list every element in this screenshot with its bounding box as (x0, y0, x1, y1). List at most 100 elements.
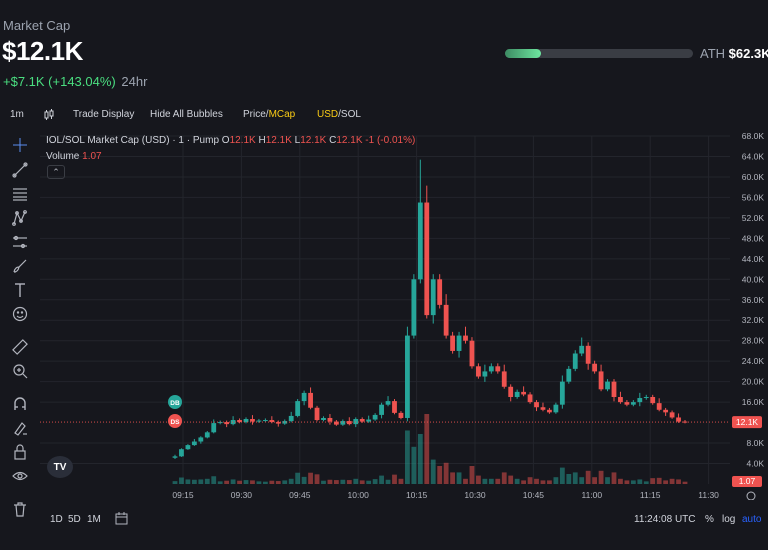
text-tool-icon[interactable] (10, 281, 30, 299)
candle (566, 368, 572, 382)
candle (630, 402, 636, 405)
calendar-icon[interactable] (115, 512, 128, 528)
high-value: 12.1K (265, 135, 292, 146)
volume-bar (443, 462, 449, 484)
candle (262, 420, 268, 422)
chart-toolbar: 1m Trade Display Hide All Bubbles Price/… (0, 103, 768, 125)
volume-bar (605, 477, 610, 484)
volume-bar (579, 477, 585, 484)
volume-bar (476, 475, 481, 484)
candle (411, 279, 417, 336)
candlestick-chart[interactable]: 68.0K 64.0K 60.0K 56.0K 52.0K 48.0K 44.0K 40.0K… (40, 128, 768, 500)
prediction-icon[interactable] (10, 233, 30, 251)
price-mcap-toggle[interactable]: Price/MCap (243, 109, 295, 120)
y-axis-tick-label: 40.0K (742, 274, 765, 284)
volume-bar (501, 472, 507, 484)
interval-button[interactable]: 1m (10, 109, 24, 120)
magnet-icon[interactable] (10, 395, 30, 413)
candle (230, 420, 236, 425)
volume-bar (508, 475, 514, 484)
y-axis-tick-label: 48.0K (742, 233, 765, 243)
candle (321, 417, 326, 421)
volume-bar (250, 480, 255, 484)
volume-bar (275, 481, 281, 484)
x-axis-tick-label: 10:45 (523, 490, 545, 500)
volume-bar (269, 480, 275, 484)
volume-bar (366, 480, 372, 484)
crosshair-icon[interactable] (10, 136, 30, 154)
candle (547, 409, 552, 413)
hide-bubbles-button[interactable]: Hide All Bubbles (150, 109, 223, 120)
price-toggle-label: Price/ (243, 109, 269, 120)
lock-drawings-icon[interactable] (10, 419, 30, 437)
pattern-icon[interactable] (10, 209, 30, 227)
market-cap-change: +$7.1K (+143.04%) 24hr (3, 74, 147, 89)
fib-retracement-icon[interactable] (10, 185, 30, 203)
auto-scale-button[interactable]: auto (742, 514, 761, 525)
volume-bar (237, 480, 242, 484)
candle (366, 419, 372, 422)
volume-value: 1.07 (82, 151, 102, 162)
y-axis-tick-label: 56.0K (742, 192, 765, 202)
candle (656, 403, 662, 410)
mcap-toggle-label: MCap (268, 109, 296, 120)
volume-bar (172, 481, 178, 484)
candle (482, 371, 488, 377)
candle (450, 335, 455, 351)
candle (605, 381, 610, 390)
candle (463, 335, 468, 341)
volume-bar (592, 477, 598, 484)
volume-bar (521, 480, 527, 484)
candle (295, 401, 301, 416)
usd-sol-toggle[interactable]: USD/SOL (317, 109, 361, 120)
x-axis-tick-label: 10:30 (464, 490, 486, 500)
change-value: -1 (-0.01%) (365, 135, 416, 146)
volume-bar (372, 479, 378, 484)
volume-bar (611, 472, 617, 484)
visibility-eye-icon[interactable] (10, 467, 30, 485)
candle (314, 407, 320, 421)
volume-bar (598, 470, 604, 484)
tradingview-logo[interactable]: TV (47, 456, 73, 478)
ohlc-legend: IOL/SOL Market Cap (USD) · 1 · Pump O12.… (46, 135, 415, 146)
volume-bar (179, 477, 184, 484)
market-cap-value: $12.1K (2, 36, 83, 66)
zoom-in-icon[interactable] (10, 362, 30, 380)
ruler-icon[interactable] (10, 338, 30, 356)
x-axis-tick-label: 10:00 (348, 490, 370, 500)
brush-icon[interactable] (10, 257, 30, 275)
trade-display-button[interactable]: Trade Display (73, 109, 134, 120)
volume-bar (230, 479, 236, 484)
candle (437, 279, 443, 305)
lock-icon[interactable] (10, 443, 30, 461)
ath-progress-fill (505, 49, 541, 58)
emoji-icon[interactable] (10, 305, 30, 323)
candle-type-icon[interactable] (43, 109, 55, 124)
dev-buy-label: DB (170, 400, 180, 407)
volume-bar (495, 478, 501, 484)
volume-bar (288, 478, 294, 484)
utc-clock[interactable]: 11:24:08 UTC (634, 514, 696, 525)
candle (476, 366, 481, 377)
range-1m-button[interactable]: 1M (87, 514, 101, 525)
range-1d-button[interactable]: 1D (50, 514, 63, 525)
percent-scale-button[interactable]: % (705, 514, 714, 525)
volume-bar (295, 472, 301, 484)
volume-bar (553, 477, 559, 484)
candle (495, 366, 501, 372)
usd-toggle-label: USD (317, 109, 339, 120)
volume-bar (624, 480, 630, 484)
collapse-legend-button[interactable]: ⌃ (47, 165, 65, 179)
candle (650, 397, 656, 404)
range-5d-button[interactable]: 5D (68, 514, 81, 525)
x-axis-tick-label: 09:45 (289, 490, 311, 500)
volume-bar (463, 478, 468, 484)
trend-line-icon[interactable] (10, 161, 30, 179)
volume-bar (301, 476, 307, 484)
candle (372, 414, 378, 420)
y-axis-tick-label: 44.0K (742, 254, 765, 264)
candle (540, 407, 546, 410)
log-scale-button[interactable]: log (722, 514, 735, 525)
volume-bar (359, 480, 365, 484)
volume-bar (643, 481, 649, 484)
